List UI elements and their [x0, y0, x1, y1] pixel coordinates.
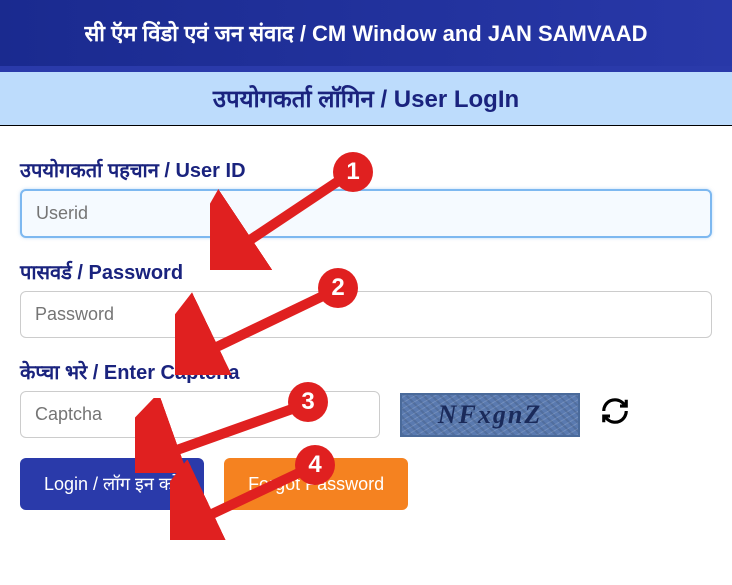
captcha-label: केप्चा भरे / Enter Captcha: [20, 358, 712, 385]
captcha-image: NFxgnZ: [400, 393, 580, 437]
marker-1: 1: [333, 152, 373, 192]
password-label: पासवर्ड / Password: [20, 258, 712, 285]
marker-4: 4: [295, 445, 335, 485]
userid-input[interactable]: [20, 189, 712, 238]
button-row: Login / लॉग इन करें Forgot Password: [20, 458, 712, 510]
marker-3: 3: [288, 382, 328, 422]
password-input[interactable]: [20, 291, 712, 338]
header-banner: सी ऍम विंडो एवं जन संवाद / CM Window and…: [0, 0, 732, 72]
header-title: सी ऍम विंडो एवं जन संवाद / CM Window and…: [84, 21, 647, 46]
subheader-title: उपयोगकर्ता लॉगिन / User LogIn: [213, 86, 519, 113]
captcha-text: NFxgnZ: [438, 400, 542, 430]
marker-2: 2: [318, 268, 358, 308]
subheader: उपयोगकर्ता लॉगिन / User LogIn: [0, 72, 732, 126]
login-button[interactable]: Login / लॉग इन करें: [20, 458, 204, 510]
captcha-row: NFxgnZ: [20, 391, 712, 438]
refresh-icon[interactable]: [600, 396, 630, 433]
